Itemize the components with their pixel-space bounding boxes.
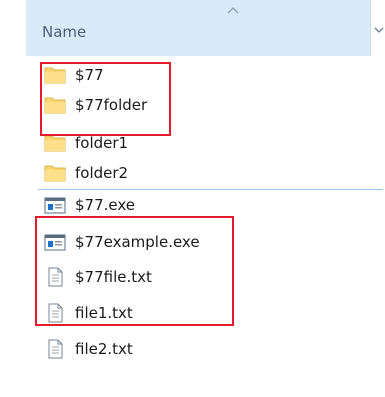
exe-icon [44, 197, 66, 214]
column-header-label: Name [42, 23, 87, 41]
column-header-name[interactable]: Name [26, 0, 371, 56]
file-row-folder2[interactable]: folder2 [38, 158, 383, 188]
file-name: file2.txt [75, 340, 133, 358]
file-row-file2-txt[interactable]: file2.txt [38, 334, 383, 364]
file-name: $77.exe [75, 196, 136, 214]
highlight-box-folders [40, 62, 171, 136]
folder-icon [44, 135, 66, 152]
text-file-icon [48, 339, 63, 359]
file-name: folder2 [75, 164, 129, 182]
file-name: folder1 [75, 134, 129, 152]
column-header-bar: Name [0, 0, 385, 56]
chevron-down-icon[interactable] [374, 26, 384, 34]
sort-ascending-icon [227, 7, 239, 14]
folder-icon [44, 165, 66, 182]
highlight-box-files [35, 216, 234, 326]
